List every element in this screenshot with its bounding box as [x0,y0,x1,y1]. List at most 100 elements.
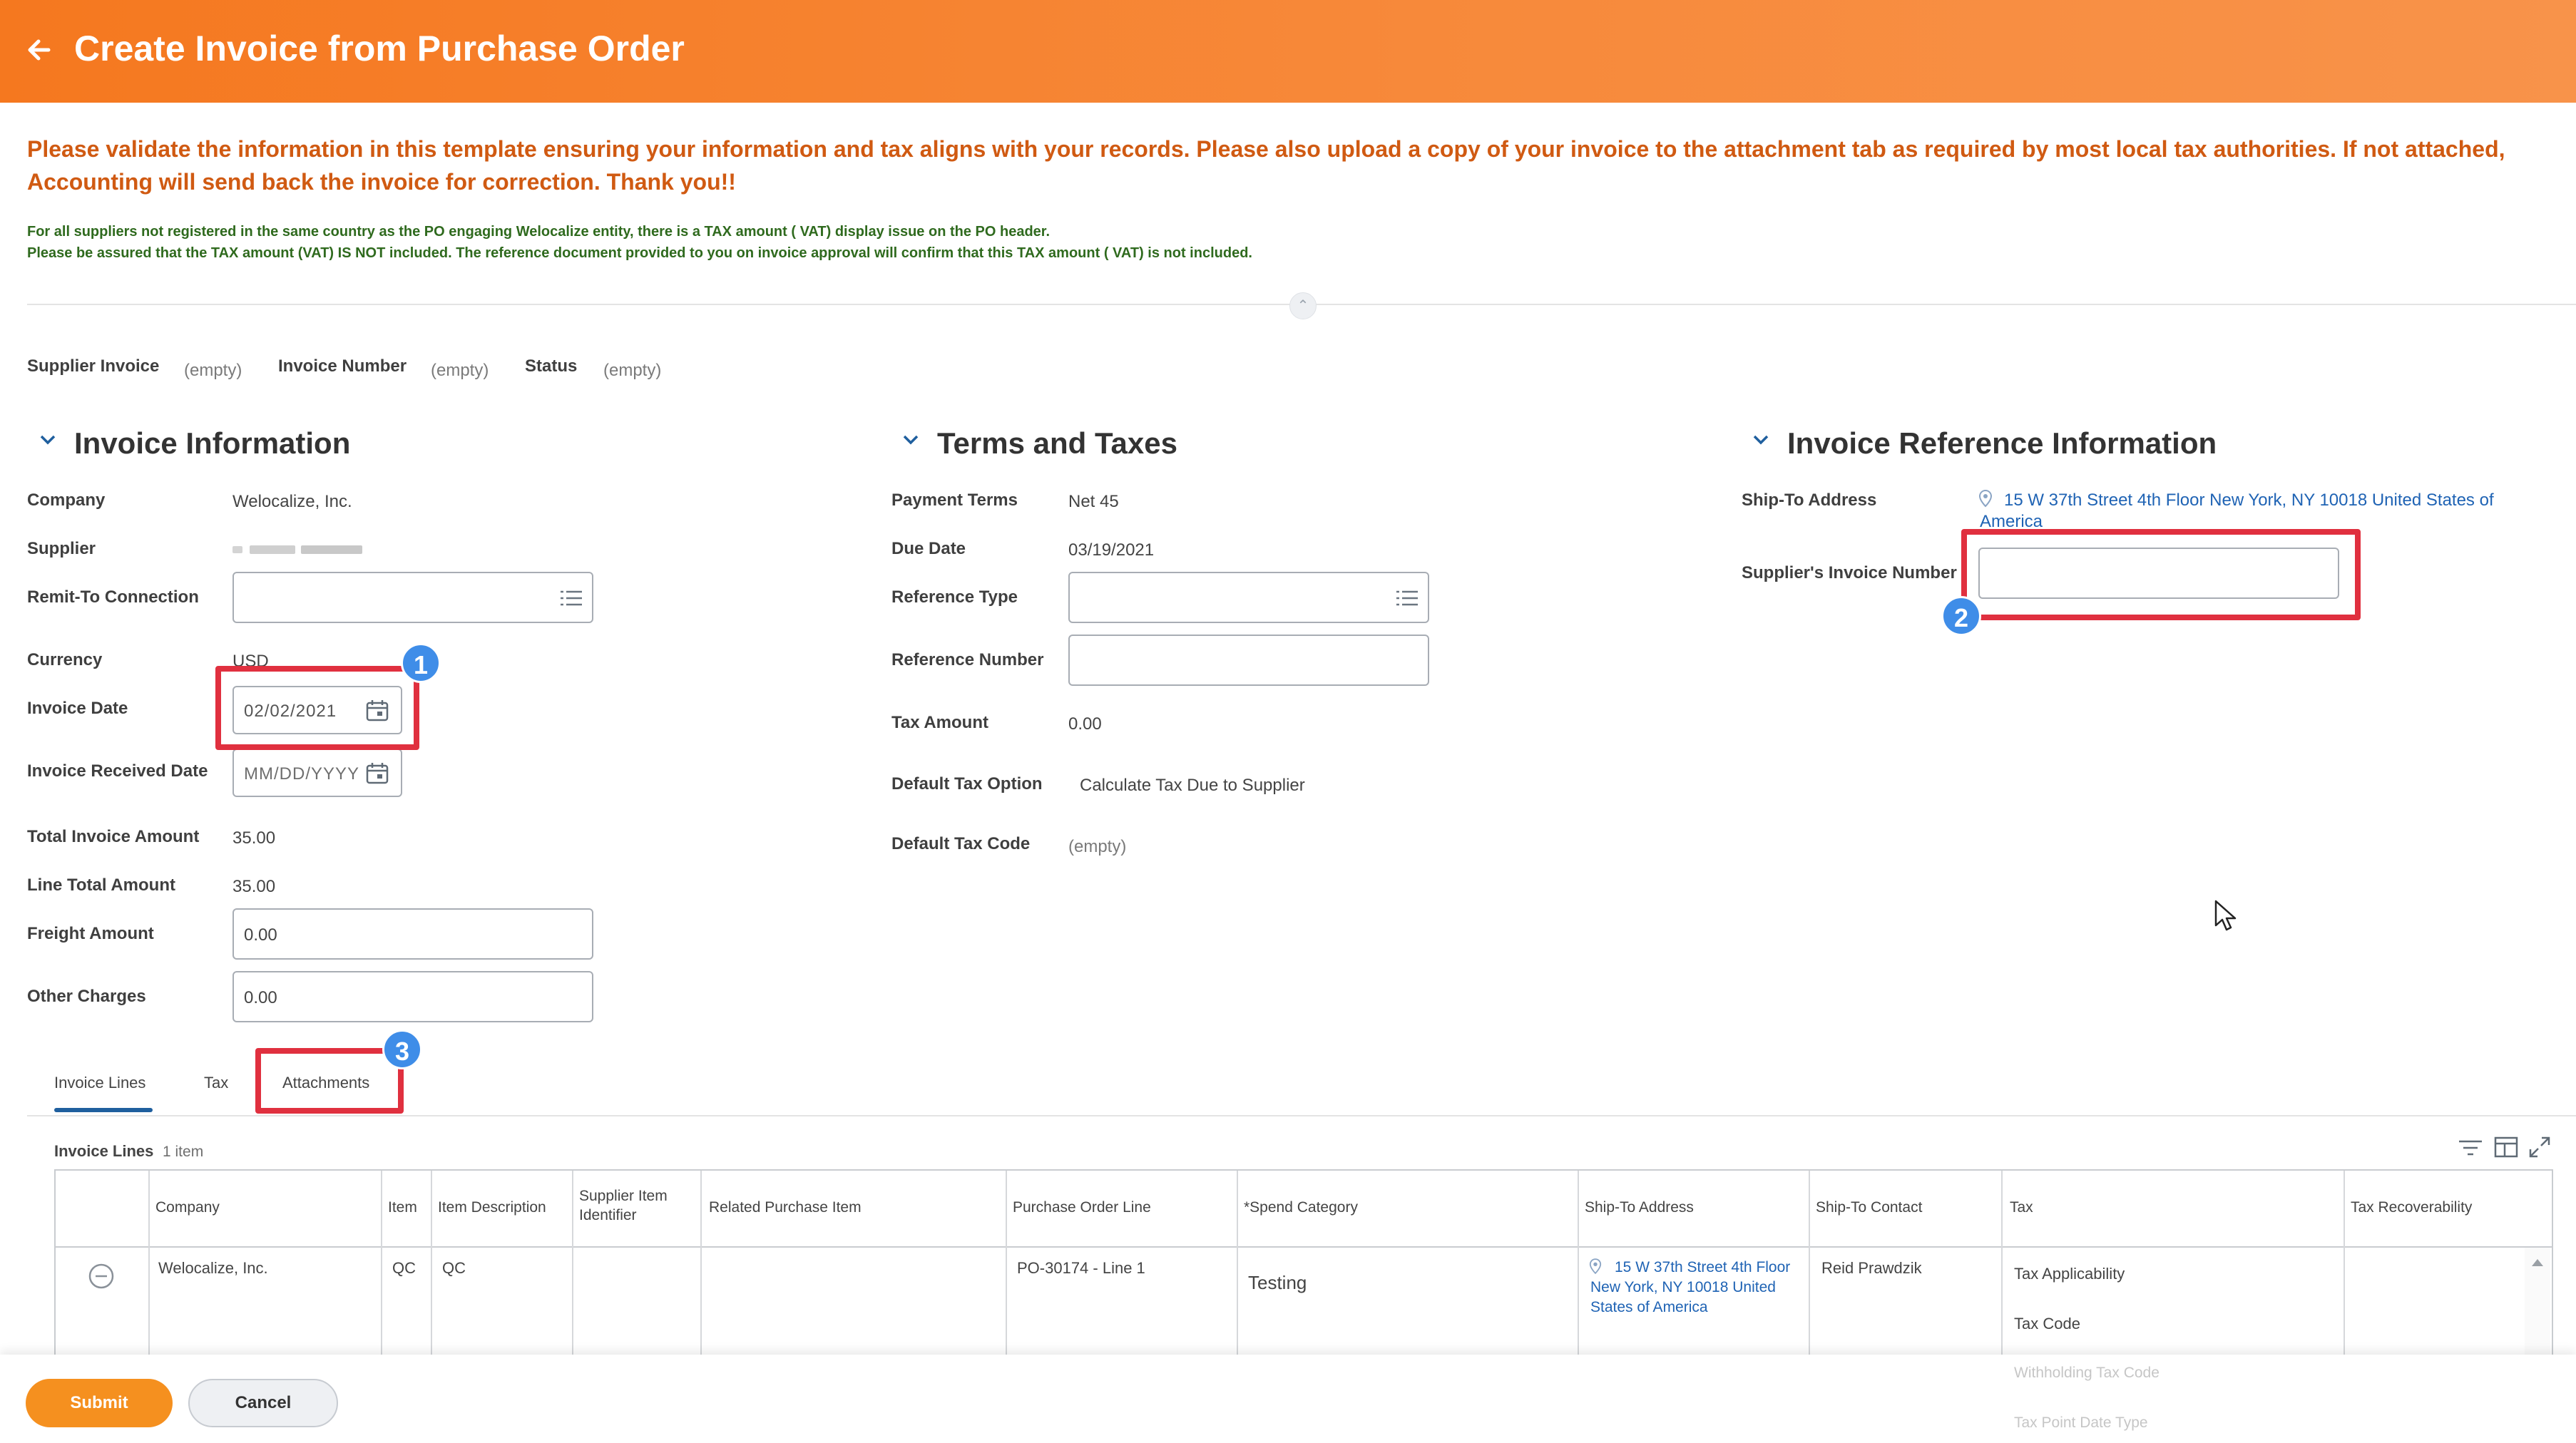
supplier-invoice-value: (empty) [184,361,242,380]
scroll-up-icon[interactable] [2532,1259,2543,1266]
company-label: Company [27,491,106,510]
tax-amount-label: Tax Amount [891,713,988,732]
invoice-date-label: Invoice Date [27,699,128,718]
callout-badge-2: 2 [1941,596,1981,636]
collapse-chevron-up-icon[interactable]: ⌃ [1289,292,1317,319]
column-layout-icon[interactable] [2493,1135,2519,1159]
supplier-invoice-label: Supplier Invoice [27,356,160,376]
callout-badge-1: 1 [401,643,441,683]
default-tax-code-label: Default Tax Code [891,834,1031,853]
list-prompt-icon[interactable] [559,587,583,609]
column-divider [1578,1171,1579,1362]
vat-notice: For all suppliers not registered in the … [27,221,2167,264]
expand-icon[interactable] [2528,1135,2552,1159]
column-header-purchase-order-line[interactable]: Purchase Order Line [1013,1199,1151,1216]
vat-notice-line-1: For all suppliers not registered in the … [27,224,1051,240]
payment-terms-label: Payment Terms [891,491,1018,510]
company-value: Welocalize, Inc. [232,492,352,511]
remit-to-input[interactable] [232,572,593,623]
list-prompt-icon[interactable] [1395,587,1419,609]
callout-badge-3: 3 [382,1029,422,1069]
row-company: Welocalize, Inc. [158,1259,268,1277]
reference-number-input[interactable] [1068,635,1429,686]
other-charges-value: 0.00 [244,988,277,1007]
other-charges-input[interactable]: 0.00 [232,971,593,1022]
vat-notice-line-2: Please be assured that the TAX amount (V… [27,245,1252,261]
column-header-tax[interactable]: Tax [2010,1199,2033,1216]
row-item: QC [392,1259,416,1277]
chevron-down-icon[interactable] [37,429,58,456]
tax-amount-value: 0.00 [1068,714,1102,734]
freight-amount-value: 0.00 [244,925,277,945]
other-charges-label: Other Charges [27,987,146,1006]
supplier-value-redacted [232,543,362,556]
back-arrow-icon[interactable] [27,30,63,70]
column-header-ship-to-address[interactable]: Ship-To Address [1585,1199,1694,1216]
column-divider [1237,1171,1238,1362]
row-tax-point-date-type: Tax Point Date Type [2014,1414,2148,1431]
table-scrollbar[interactable] [2525,1248,2550,1360]
column-divider [148,1171,150,1362]
chevron-down-icon[interactable] [1750,429,1772,456]
column-divider [2344,1171,2345,1362]
invoice-lines-title: Invoice Lines [54,1142,154,1160]
calendar-icon[interactable] [365,761,389,786]
filter-icon[interactable] [2458,1136,2483,1159]
invoice-reference-information-title: Invoice Reference Information [1787,426,2217,460]
tab-attachments[interactable]: Attachments [282,1074,369,1092]
remove-row-icon[interactable] [87,1262,116,1294]
row-ship-to-line-1[interactable]: 15 W 37th Street 4th Floor [1615,1259,1790,1276]
freight-amount-input[interactable]: 0.00 [232,908,593,960]
default-tax-code-value: (empty) [1068,837,1127,856]
tab-invoice-lines[interactable]: Invoice Lines [54,1074,145,1092]
terms-and-taxes-title: Terms and Taxes [937,426,1177,460]
callout-box-1 [215,666,419,750]
status-value: (empty) [603,361,662,380]
invoice-received-date-placeholder: MM/DD/YYYY [244,764,360,784]
invoice-received-date-input[interactable]: MM/DD/YYYY [232,749,402,797]
column-divider [1006,1171,1007,1362]
supplier-label: Supplier [27,539,96,558]
suppliers-invoice-number-label: Supplier's Invoice Number [1742,563,1957,582]
tab-tax[interactable]: Tax [204,1074,228,1092]
ship-to-address-line-2[interactable]: America [1980,512,2043,529]
invoice-lines-count: 1 item [163,1144,204,1160]
currency-label: Currency [27,650,103,669]
column-divider [572,1171,573,1362]
row-ship-to-line-2[interactable]: New York, NY 10018 United [1590,1279,1776,1296]
column-header-tax-recoverability[interactable]: Tax Recoverability [2351,1199,2472,1216]
column-header-item[interactable]: Item [388,1199,417,1216]
footer-bar [0,1355,2576,1443]
line-total-amount-value: 35.00 [232,877,276,896]
callout-box-2 [1961,529,2361,620]
cancel-button[interactable]: Cancel [188,1379,338,1427]
ship-to-address-link[interactable]: 15 W 37th Street 4th Floor New York, NY … [2004,491,2494,510]
column-header-ship-to-contact[interactable]: Ship-To Contact [1816,1199,1922,1216]
active-tab-indicator [54,1108,153,1112]
payment-terms-value: Net 45 [1068,492,1119,511]
column-header-related-purchase-item[interactable]: Related Purchase Item [709,1199,862,1216]
reference-type-input[interactable] [1068,572,1429,623]
column-header-supplier-item-identifier[interactable]: Supplier Item Identifier [579,1186,693,1225]
map-pin-icon [1978,489,1993,508]
reference-type-label: Reference Type [891,587,1018,607]
column-divider [431,1171,432,1362]
row-ship-to-line-3[interactable]: States of America [1590,1299,1708,1316]
row-spend-category[interactable]: Testing [1248,1272,1307,1294]
column-header-spend-category[interactable]: *Spend Category [1244,1199,1358,1216]
column-divider [1809,1171,1810,1362]
column-header-company[interactable]: Company [155,1199,220,1216]
submit-button[interactable]: Submit [26,1379,173,1427]
chevron-down-icon[interactable] [900,429,921,456]
due-date-label: Due Date [891,539,966,558]
column-header-item-description[interactable]: Item Description [438,1199,546,1216]
row-purchase-order-line[interactable]: PO-30174 - Line 1 [1017,1259,1145,1278]
ship-to-address-line-1: 15 W 37th Street 4th Floor New York, NY … [2004,491,2494,510]
ship-to-address-label: Ship-To Address [1742,491,1877,510]
total-invoice-amount-label: Total Invoice Amount [27,827,200,846]
tabs-divider [27,1115,2576,1116]
column-divider [381,1171,382,1362]
invoice-lines-table [54,1169,2553,1362]
table-header-divider [54,1246,2553,1248]
map-pin-icon [1589,1258,1602,1275]
